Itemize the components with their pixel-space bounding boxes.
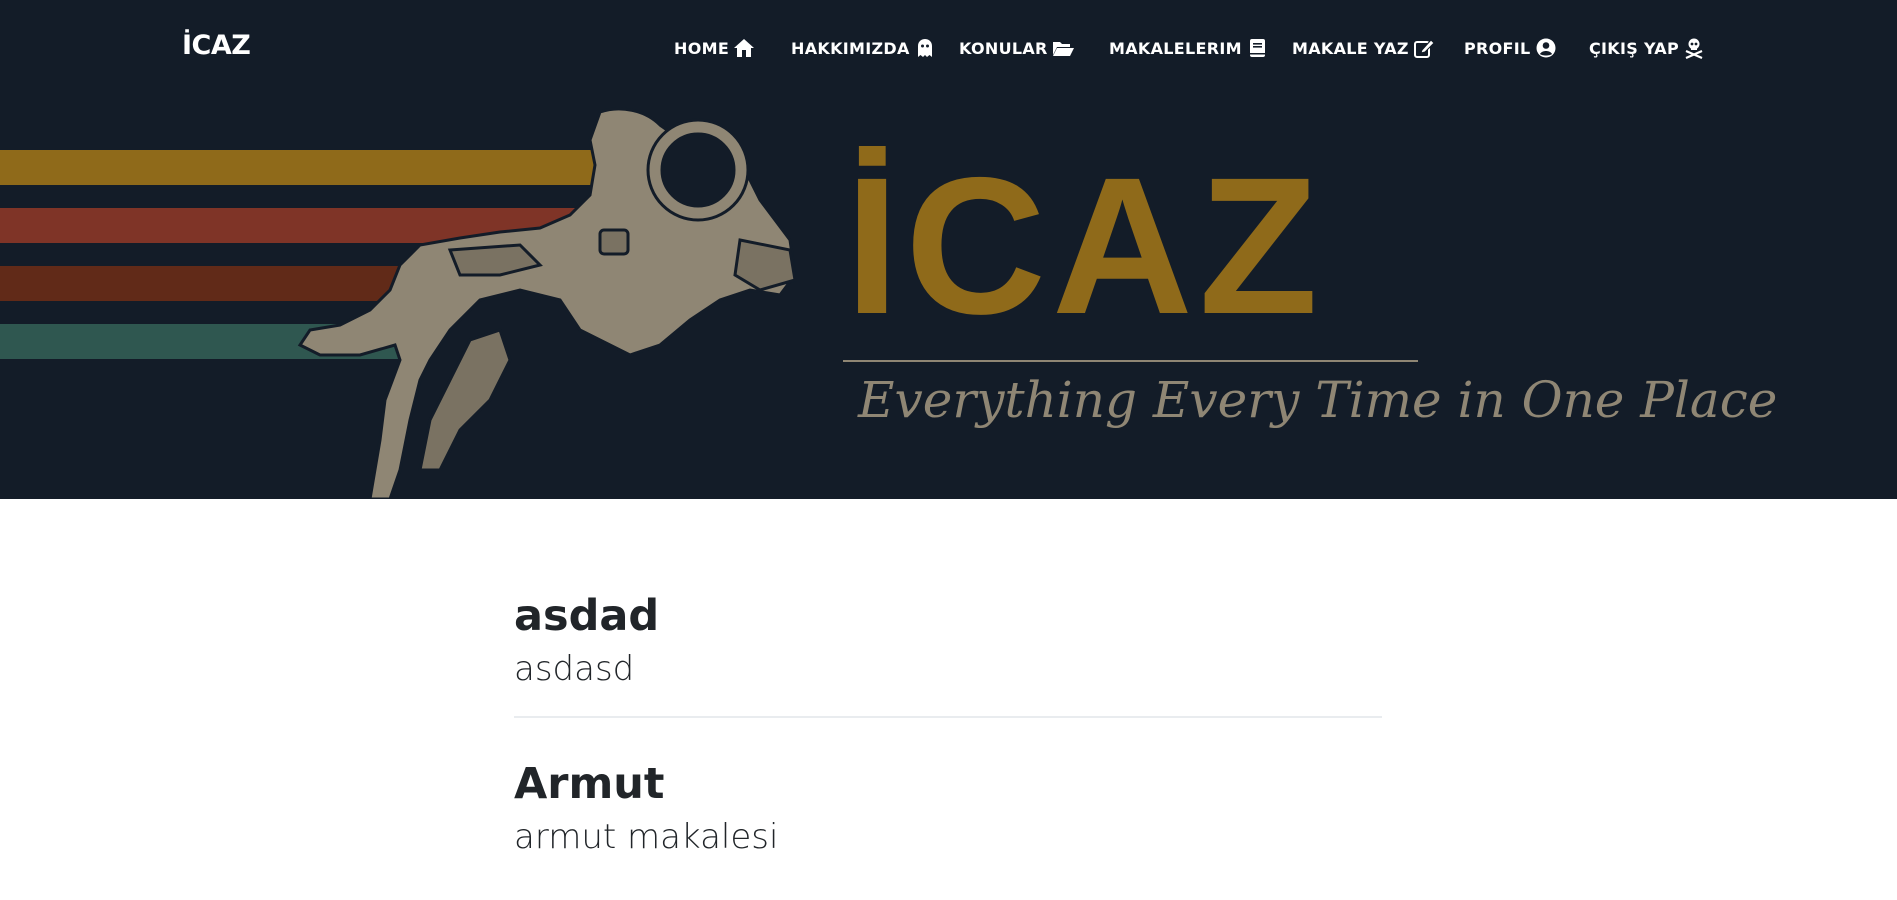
hero-header: İCAZ Everything Every Time in One Place … [0,0,1897,499]
stripe-brown [0,266,420,301]
nav-makale-yaz[interactable]: MAKALE YAZ [1292,37,1435,59]
nav-konular[interactable]: KONULAR [959,37,1074,59]
nav-cikis-yap[interactable]: ÇIKIŞ YAP [1589,37,1705,59]
nav-profil[interactable]: PROFIL [1464,37,1557,59]
nav-makalelerim[interactable]: MAKALELERIM [1109,37,1268,59]
skull-crossbones-icon [1683,37,1705,59]
post-subtitle[interactable]: asdasd [514,648,1382,690]
post-title[interactable]: asdad [514,590,1382,642]
home-icon [733,37,755,59]
post-title[interactable]: Armut [514,758,1382,810]
hero-logo-text: İCAZ [845,137,1324,355]
folder-open-icon [1052,37,1074,59]
post-preview[interactable]: Armut armut makalesi [514,758,1382,858]
stripe-gold [0,150,600,185]
ghost-icon [914,37,936,59]
post-list: asdad asdasd Armut armut makalesi [514,590,1382,884]
user-circle-icon [1535,37,1557,59]
nav-cikis-yap-label: ÇIKIŞ YAP [1589,38,1680,58]
nav-home-label: HOME [674,38,730,58]
post-preview[interactable]: asdad asdasd [514,590,1382,718]
post-subtitle[interactable]: armut makalesi [514,816,1382,858]
nav-hakkimizda-label: HAKKIMIZDA [791,38,910,58]
edit-icon [1413,37,1435,59]
hero-banner-graphic: İCAZ Everything Every Time in One Place [0,107,1777,499]
hero-tagline: Everything Every Time in One Place [857,371,1777,429]
nav-makale-yaz-label: MAKALE YAZ [1292,38,1409,58]
nav-makalelerim-label: MAKALELERIM [1109,38,1242,58]
nav-hakkimizda[interactable]: HAKKIMIZDA [791,37,936,59]
nav-konular-label: KONULAR [959,38,1048,58]
main-nav: HOME HAKKIMIZDA KONULAR MAKALELERIM MAKA… [0,37,1897,67]
book-icon [1246,37,1268,59]
nav-profil-label: PROFIL [1464,38,1531,58]
nav-home[interactable]: HOME [674,37,755,59]
